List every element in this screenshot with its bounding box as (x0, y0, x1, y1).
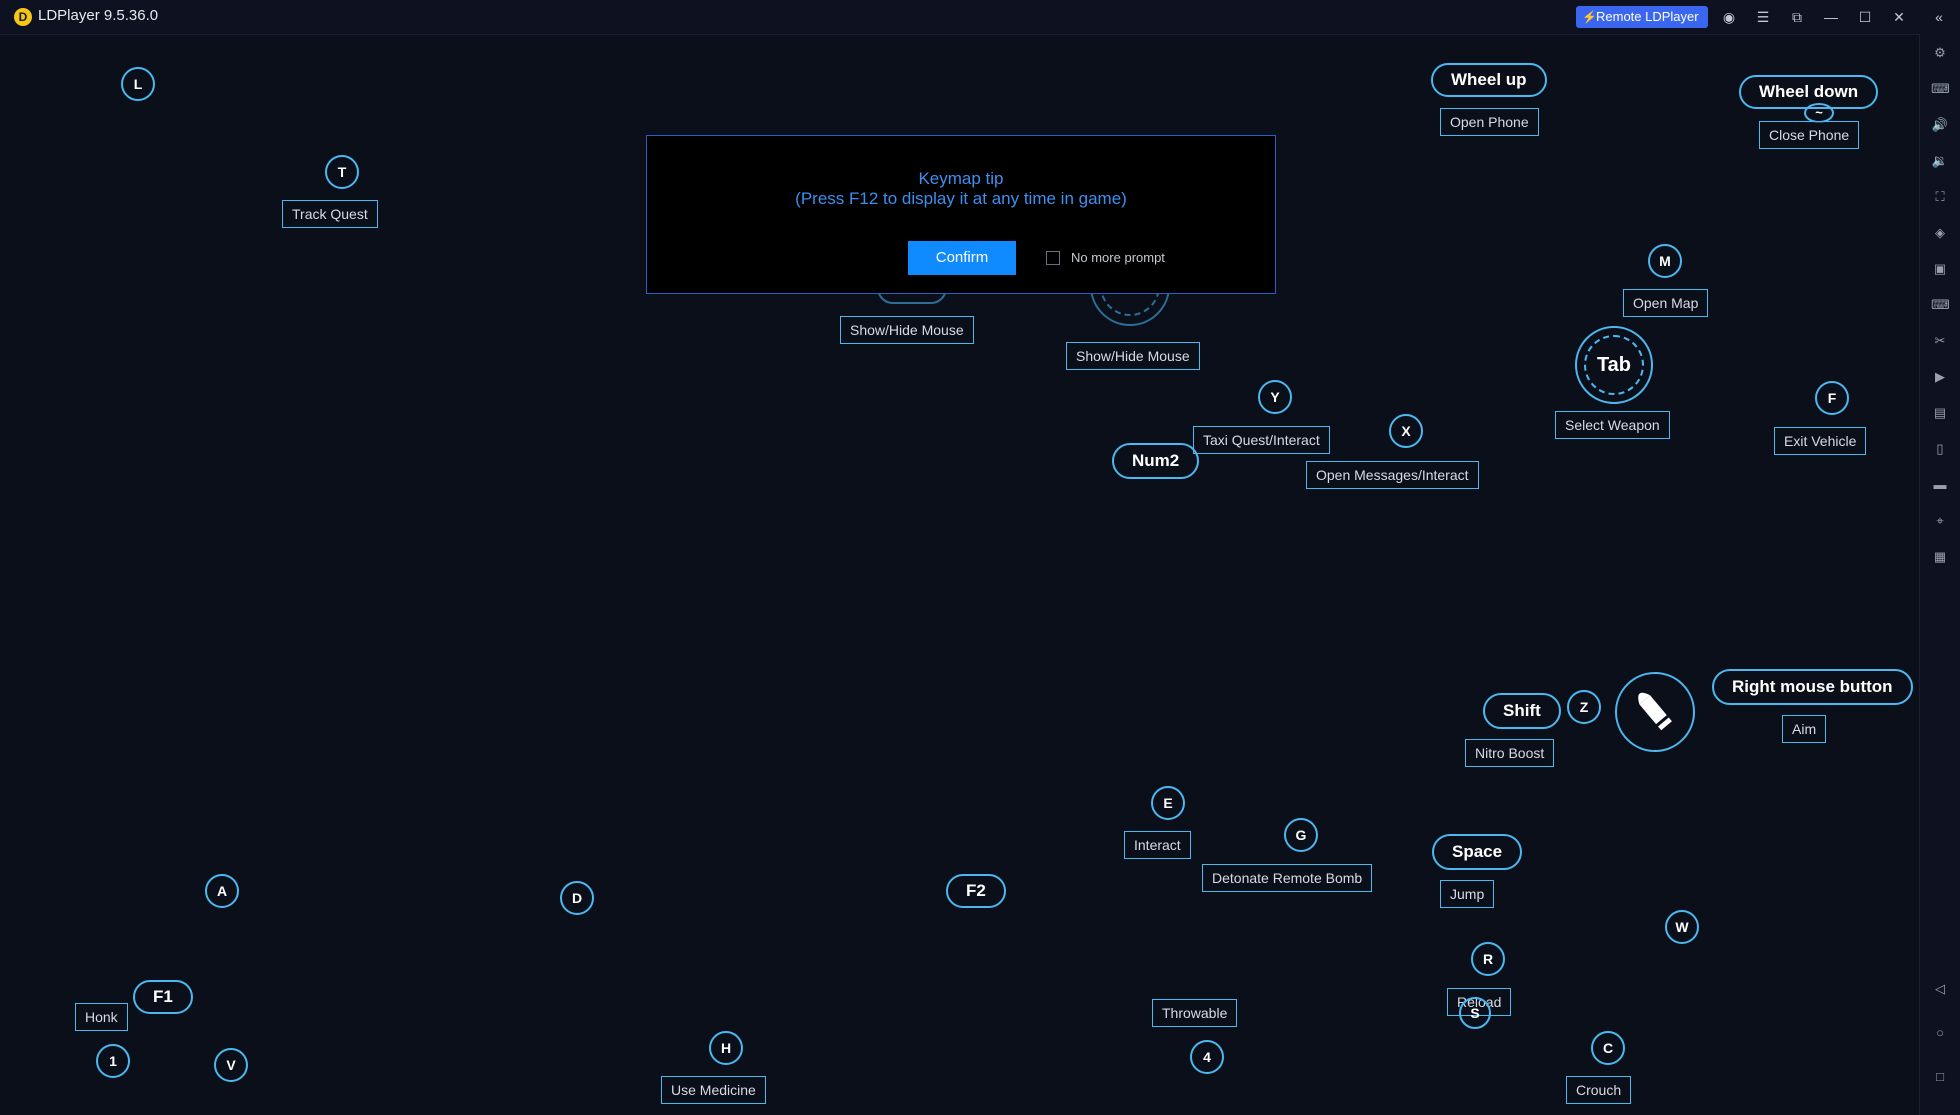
folder-icon[interactable]: ▬ (1931, 476, 1949, 494)
label-detonate-remote-bomb: Detonate Remote Bomb (1202, 864, 1373, 892)
key-h[interactable]: H (709, 1031, 743, 1065)
label-open-map: Open Map (1623, 289, 1709, 317)
no-more-prompt-checkbox[interactable] (1046, 251, 1060, 265)
key-y[interactable]: Y (1258, 380, 1292, 414)
resize-window-icon[interactable]: ⧉ (1788, 8, 1806, 26)
label-open-messages: Open Messages/Interact (1306, 461, 1479, 489)
label-taxi-quest: Taxi Quest/Interact (1193, 426, 1330, 454)
label-throwable: Throwable (1152, 999, 1238, 1027)
menu-icon[interactable]: ☰ (1754, 8, 1772, 26)
key-num2[interactable]: Num2 (1112, 443, 1200, 479)
operation-record-icon[interactable]: ▤ (1931, 404, 1949, 422)
key-a[interactable]: A (205, 874, 239, 908)
window-title: LDPlayer 9.5.36.0 (38, 7, 159, 24)
more-icon[interactable]: ▦ (1931, 548, 1949, 566)
key-tab[interactable]: Tab (1575, 326, 1653, 404)
key-m[interactable]: M (1648, 244, 1682, 278)
home-icon[interactable]: ○ (1931, 1024, 1949, 1042)
minimize-icon[interactable]: — (1822, 8, 1840, 26)
dialog-subtitle: (Press F12 to display it at any time in … (795, 189, 1127, 208)
remote-ldplayer-label: Remote LDPlayer (1596, 9, 1699, 24)
key-c[interactable]: C (1591, 1031, 1625, 1065)
key-f1[interactable]: F1 (133, 980, 193, 1014)
no-more-prompt-label: No more prompt (1071, 250, 1165, 265)
label-aim: Aim (1782, 715, 1827, 743)
remote-ldplayer-button[interactable]: ⚡ Remote LDPlayer (1576, 6, 1708, 28)
label-close-phone: Close Phone (1759, 121, 1860, 149)
confirm-button[interactable]: Confirm (908, 241, 1016, 275)
key-g[interactable]: G (1284, 818, 1318, 852)
cut-icon[interactable]: ✂ (1931, 332, 1949, 350)
key-t[interactable]: T (325, 155, 359, 189)
label-track-quest: Track Quest (282, 200, 378, 228)
volume-down-icon[interactable]: 🔉 (1931, 152, 1949, 170)
key-shift[interactable]: Shift (1483, 693, 1561, 729)
label-honk: Honk (75, 1003, 128, 1031)
keyboard-icon[interactable]: ⌨ (1931, 80, 1950, 98)
key-tab-label: Tab (1584, 335, 1644, 395)
collapse-sidebar-icon[interactable]: « (1930, 8, 1948, 26)
recents-icon[interactable]: □ (1931, 1068, 1949, 1086)
key-aim-bullet[interactable] (1615, 672, 1695, 752)
key-w[interactable]: W (1665, 910, 1699, 944)
keymap-icon[interactable]: ⌨ (1931, 296, 1950, 314)
key-wheel-down[interactable]: Wheel down (1739, 75, 1879, 109)
label-exit-vehicle: Exit Vehicle (1774, 427, 1867, 455)
label-use-medicine: Use Medicine (661, 1076, 766, 1104)
multi-instance-icon[interactable]: ▣ (1931, 260, 1949, 278)
account-icon[interactable]: ◉ (1720, 8, 1738, 26)
label-interact: Interact (1124, 831, 1191, 859)
label-crouch: Crouch (1566, 1076, 1632, 1104)
apk-install-icon[interactable]: ◈ (1931, 224, 1949, 242)
bolt-icon: ⚡ (1582, 10, 1597, 24)
ldplayer-logo-icon: D (14, 8, 32, 26)
key-f[interactable]: F (1815, 381, 1849, 415)
key-e[interactable]: E (1151, 786, 1185, 820)
keymap-tip-dialog: Keymap tip (Press F12 to display it at a… (646, 135, 1276, 294)
maximize-icon[interactable]: ☐ (1856, 8, 1874, 26)
settings-icon[interactable]: ⚙ (1931, 44, 1949, 62)
close-icon[interactable]: ✕ (1890, 8, 1908, 26)
record-icon[interactable]: ▶ (1931, 368, 1949, 386)
key-d[interactable]: D (560, 881, 594, 915)
screenshot-icon[interactable]: ⛶ (1931, 188, 1949, 206)
key-r[interactable]: R (1471, 942, 1505, 976)
bullet-icon (1638, 692, 1672, 731)
key-4[interactable]: 4 (1190, 1040, 1224, 1074)
label-open-phone: Open Phone (1440, 108, 1539, 136)
label-nitro-boost: Nitro Boost (1465, 739, 1555, 767)
title-bar: D LDPlayer 9.5.36.0 ⚡ Remote LDPlayer ◉ ☰… (0, 0, 1960, 35)
label-show-hide-mouse-2: Show/Hide Mouse (1066, 342, 1200, 370)
label-select-weapon: Select Weapon (1555, 411, 1670, 439)
key-v[interactable]: V (214, 1048, 248, 1082)
label-jump: Jump (1440, 880, 1495, 908)
back-icon[interactable]: ◁ (1931, 980, 1949, 998)
key-space[interactable]: Space (1432, 834, 1523, 870)
sync-icon[interactable]: ▯ (1931, 440, 1949, 458)
label-show-hide-mouse-1: Show/Hide Mouse (840, 316, 974, 344)
volume-up-icon[interactable]: 🔊 (1931, 116, 1949, 134)
dialog-title: Keymap tip (918, 169, 1004, 188)
key-z[interactable]: Z (1567, 690, 1601, 724)
right-toolbar: ⚙ ⌨ 🔊 🔉 ⛶ ◈ ▣ ⌨ ✂ ▶ ▤ ▯ ▬ ⌖ ▦ ◁ ○ □ (1919, 34, 1960, 1115)
key-x[interactable]: X (1389, 414, 1423, 448)
key-wheel-up[interactable]: Wheel up (1431, 63, 1547, 97)
location-icon[interactable]: ⌖ (1931, 512, 1949, 530)
key-l[interactable]: L (121, 67, 155, 101)
key-s[interactable]: S (1459, 997, 1491, 1029)
key-1[interactable]: 1 (96, 1044, 130, 1078)
key-f2[interactable]: F2 (946, 874, 1006, 908)
key-right-mouse-button[interactable]: Right mouse button (1712, 669, 1913, 705)
